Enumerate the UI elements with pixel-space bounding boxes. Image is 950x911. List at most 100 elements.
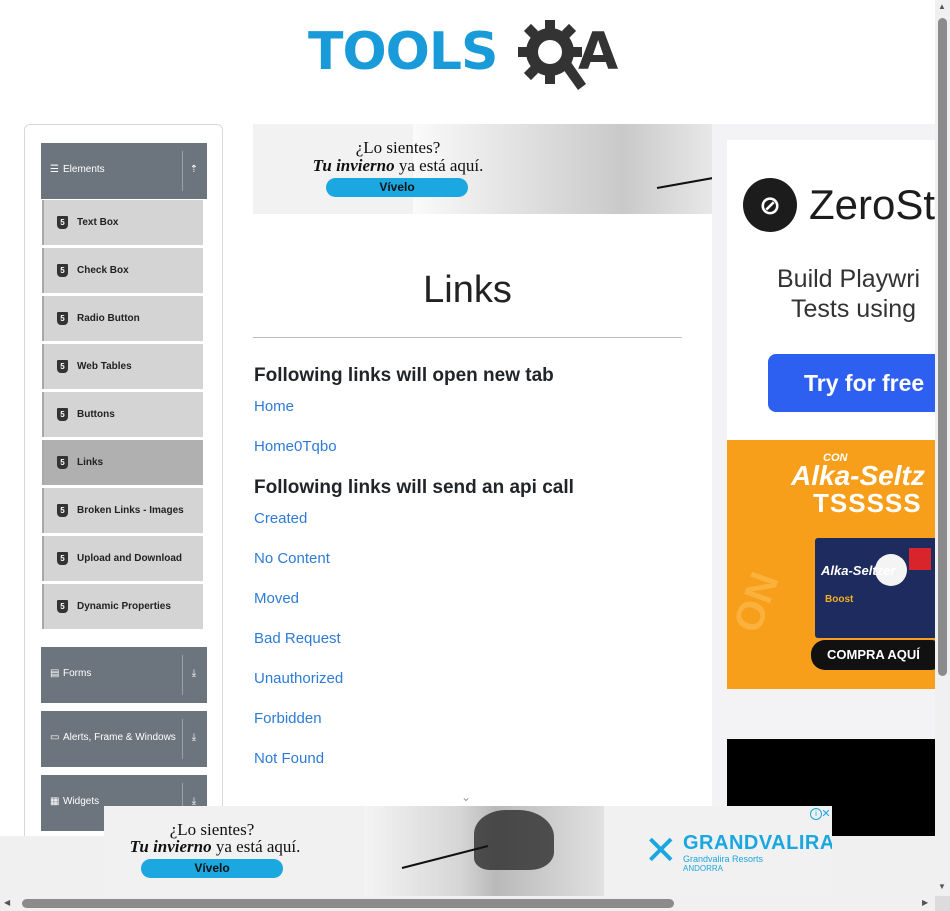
- alka-badge: [909, 548, 931, 570]
- group-label: Alerts, Frame & Windows: [63, 732, 176, 743]
- sidebar-item-text-box[interactable]: 5 Text Box: [42, 200, 203, 245]
- link-created[interactable]: Created: [254, 509, 307, 529]
- zerostep-cta-button[interactable]: Try for free: [768, 354, 935, 412]
- scrollbar-corner: [935, 896, 950, 911]
- html5-icon: 5: [57, 408, 68, 421]
- ski-pole-icon: [656, 177, 712, 189]
- html5-icon: 5: [57, 552, 68, 565]
- sidebar-item-label: Check Box: [77, 265, 129, 276]
- group-alerts-header[interactable]: ▭ Alerts, Frame & Windows ⤓: [41, 711, 207, 767]
- group-label: Elements: [63, 164, 105, 175]
- horizontal-scrollbar[interactable]: ◀ ▶: [0, 896, 950, 911]
- sidebar-item-dynamic-properties[interactable]: 5 Dynamic Properties: [42, 584, 203, 629]
- alka-product-image: Alka-Seltzer Boost: [815, 538, 935, 638]
- alka-seltzer-ad[interactable]: ON CON Alka-Seltz TSSSSS Alka-Seltzer Bo…: [727, 440, 935, 689]
- hamburger-icon: ☰: [50, 164, 59, 175]
- zerostep-ad[interactable]: ⊘ ZeroSt Build Playwri Tests using Try f…: [727, 140, 935, 440]
- zerostep-tagline-1: Build Playwri: [777, 265, 921, 293]
- group-elements-header[interactable]: ☰ Elements ⇡: [41, 143, 207, 199]
- scroll-down-icon[interactable]: ▼: [938, 883, 946, 891]
- group-label: Widgets: [63, 796, 100, 807]
- top-ad-banner[interactable]: ¿Lo sientes? Tu invierno ya está aquí. V…: [253, 124, 712, 214]
- grandvalira-sub: Grandvalira Resorts: [683, 854, 764, 864]
- sidebar-item-label: Links: [77, 457, 104, 468]
- sidebar-item-label: Upload and Download: [77, 553, 182, 564]
- sidebar-item-label: Radio Button: [77, 313, 140, 324]
- title-divider: [253, 337, 682, 338]
- sidebar-item-upload-download[interactable]: 5 Upload and Download: [42, 536, 203, 581]
- right-ad-column: ⊘ ZeroSt Build Playwri Tests using Try f…: [712, 124, 935, 836]
- zerostep-brand: ZeroSt: [809, 181, 935, 228]
- group-forms-header[interactable]: ▤ Forms ⤓: [41, 647, 207, 703]
- down-arrow-icon: ⤓: [191, 732, 197, 743]
- sidebar-item-web-tables[interactable]: 5 Web Tables: [42, 344, 203, 389]
- logo-text-tools: TOOLS: [308, 22, 498, 82]
- vertical-scrollbar[interactable]: ▲ ▼: [935, 0, 950, 896]
- ad-line2-emphasis: Tu invierno: [312, 156, 395, 175]
- scroll-thumb[interactable]: [938, 18, 947, 676]
- sidebar-item-links[interactable]: 5 Links: [42, 440, 203, 485]
- html5-icon: 5: [57, 600, 68, 613]
- html5-icon: 5: [57, 312, 68, 325]
- alka-box-logo: Alka-Seltzer: [821, 563, 896, 578]
- link-moved[interactable]: Moved: [254, 589, 299, 609]
- alka-bg-text: ON: [727, 566, 788, 639]
- sidebar-item-radio-button[interactable]: 5 Radio Button: [42, 296, 203, 341]
- link-home-dynamic[interactable]: Home0Tqbo: [254, 437, 337, 457]
- zerostep-logo-icon: ⊘: [743, 178, 797, 232]
- ad-line2-rest: ya está aquí.: [394, 156, 484, 175]
- scroll-left-icon[interactable]: ◀: [4, 899, 10, 907]
- sidebar-item-label: Buttons: [77, 409, 115, 420]
- ad-line2-emphasis: Tu invierno: [129, 837, 212, 856]
- scroll-thumb[interactable]: [22, 899, 674, 908]
- html5-icon: 5: [57, 264, 68, 277]
- divider: [182, 719, 183, 759]
- close-icon[interactable]: ✕: [820, 807, 832, 821]
- ad-line1: ¿Lo sientes?: [355, 138, 441, 157]
- ad-cta-button[interactable]: Vívelo: [141, 859, 283, 878]
- up-arrow-icon: ⇡: [189, 164, 199, 175]
- grid-icon: ▦: [50, 796, 60, 807]
- grandvalira-logo-icon: ✕: [644, 829, 678, 873]
- link-bad-request[interactable]: Bad Request: [254, 629, 341, 649]
- grandvalira-name: GRANDVALIRA: [683, 832, 832, 854]
- alka-box-boost: Boost: [825, 594, 854, 605]
- link-home[interactable]: Home: [254, 397, 294, 417]
- group-label: Forms: [63, 668, 92, 679]
- bottom-ad-banner[interactable]: ¿Lo sientes? Tu invierno ya está aquí. V…: [104, 806, 832, 896]
- scroll-right-icon[interactable]: ▶: [922, 899, 928, 907]
- grandvalira-location: ANDORRA: [683, 864, 724, 873]
- divider: [182, 655, 183, 695]
- window-icon: ▭: [50, 732, 60, 743]
- chevron-down-icon[interactable]: ⌄: [458, 790, 474, 804]
- ski-pole-icon: [401, 845, 489, 869]
- sidebar-item-check-box[interactable]: 5 Check Box: [42, 248, 203, 293]
- link-forbidden[interactable]: Forbidden: [254, 709, 322, 729]
- html5-icon: 5: [57, 456, 68, 469]
- link-not-found[interactable]: Not Found: [254, 749, 324, 769]
- zerostep-tagline-2: Tests using: [791, 295, 917, 323]
- toolsqa-logo[interactable]: TOOLS A: [308, 14, 630, 92]
- html5-icon: 5: [57, 216, 68, 229]
- left-sidebar: ☰ Elements ⇡ 5 Text Box 5 Check Box 5 Ra…: [24, 124, 223, 844]
- ad-cta-button[interactable]: Vívelo: [326, 178, 468, 197]
- page-title: Links: [423, 269, 512, 311]
- divider: [182, 151, 183, 191]
- down-arrow-icon: ⤓: [191, 668, 197, 679]
- html5-icon: 5: [57, 360, 68, 373]
- section-heading-new-tab: Following links will open new tab: [254, 365, 554, 386]
- link-unauthorized[interactable]: Unauthorized: [254, 669, 343, 689]
- section-heading-api-call: Following links will send an api call: [254, 477, 574, 498]
- alka-cta-button[interactable]: COMPRA AQUÍ: [811, 640, 935, 670]
- ad-line2-rest: ya está aquí.: [211, 837, 301, 856]
- doc-icon: ▤: [50, 668, 60, 679]
- sidebar-item-broken-links[interactable]: 5 Broken Links - Images: [42, 488, 203, 533]
- scroll-up-icon[interactable]: ▲: [938, 3, 946, 11]
- ad-line2: Tu invierno ya está aquí.: [110, 837, 320, 856]
- page: TOOLS A ☰ Elements ⇡ 5 Text Box 5 Check …: [0, 0, 950, 911]
- sidebar-item-buttons[interactable]: 5 Buttons: [42, 392, 203, 437]
- link-no-content[interactable]: No Content: [254, 549, 330, 569]
- sidebar-item-label: Web Tables: [77, 361, 132, 372]
- html5-icon: 5: [57, 504, 68, 517]
- alka-tsss: TSSSSS: [813, 488, 922, 518]
